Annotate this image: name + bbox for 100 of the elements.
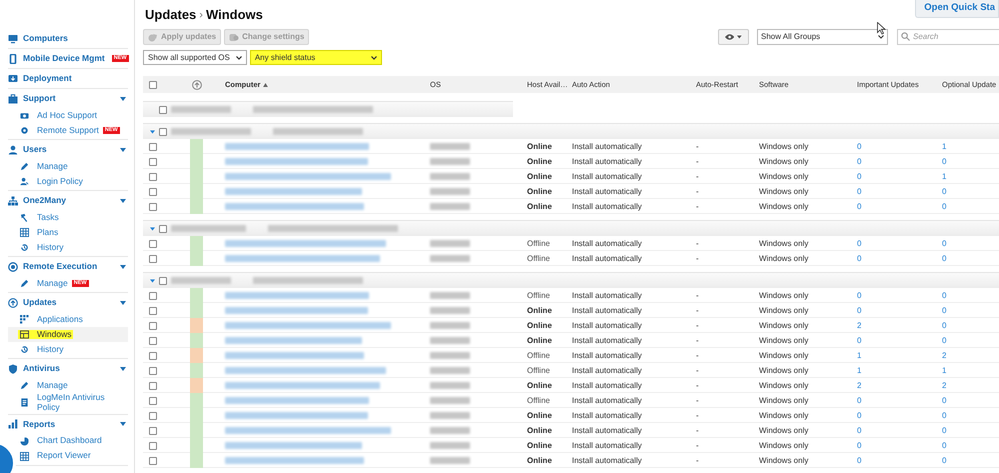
update-count-link[interactable]: 0 xyxy=(857,186,942,198)
row-checkbox[interactable] xyxy=(149,426,157,434)
update-count-link[interactable]: 2 xyxy=(857,380,942,392)
update-count-link[interactable]: 0 xyxy=(857,440,942,452)
sidebar-item[interactable]: Remote Support xyxy=(18,126,101,136)
table-cell-text: Offline xyxy=(527,394,551,406)
row-checkbox[interactable] xyxy=(149,306,157,314)
update-count-link[interactable]: 0 xyxy=(942,410,999,422)
update-count-link[interactable]: 2 xyxy=(942,350,999,362)
caret-icon[interactable] xyxy=(150,130,155,134)
sidebar-section[interactable]: Computers xyxy=(8,29,128,48)
update-count-link[interactable]: 2 xyxy=(857,320,942,332)
sidebar-item[interactable]: Login Policy xyxy=(18,176,85,186)
sidebar-section[interactable]: One2Many xyxy=(8,191,128,210)
select-all-checkbox[interactable] xyxy=(149,80,157,88)
sidebar-item[interactable]: History xyxy=(18,344,66,354)
row-checkbox[interactable] xyxy=(149,292,157,300)
search-field[interactable]: Search xyxy=(897,28,999,44)
update-count-link[interactable]: 0 xyxy=(857,200,942,212)
update-count-link[interactable]: 0 xyxy=(857,304,942,316)
hierarchy-icon xyxy=(8,196,18,206)
group-checkbox[interactable] xyxy=(159,106,167,114)
update-count-link[interactable]: 0 xyxy=(942,320,999,332)
row-checkbox[interactable] xyxy=(149,142,157,150)
table-cell-text: Online xyxy=(527,380,553,392)
sidebar-item[interactable]: Manage xyxy=(18,380,70,390)
sidebar-section[interactable]: Updates xyxy=(8,293,128,312)
sidebar-item[interactable]: Manage xyxy=(18,278,70,288)
caret-icon[interactable] xyxy=(150,226,155,230)
sidebar-item[interactable]: Tasks xyxy=(18,212,61,222)
update-count-link[interactable]: 0 xyxy=(857,156,942,168)
sidebar-section[interactable]: Antivirus xyxy=(8,359,128,378)
view-options-button[interactable] xyxy=(718,28,749,44)
sidebar-item[interactable]: Applications xyxy=(18,314,85,324)
caret-icon[interactable] xyxy=(150,278,155,282)
update-count-link[interactable]: 0 xyxy=(942,290,999,302)
group-checkbox[interactable] xyxy=(159,128,167,136)
update-count-link[interactable]: 0 xyxy=(857,424,942,436)
row-checkbox[interactable] xyxy=(149,352,157,360)
sidebar-item[interactable]: Report Viewer xyxy=(18,451,93,461)
update-count-link[interactable]: 0 xyxy=(857,454,942,466)
update-count-link[interactable]: 1 xyxy=(942,170,999,182)
sidebar-item[interactable]: Plans xyxy=(18,228,60,238)
update-count-link[interactable]: 1 xyxy=(942,364,999,376)
update-count-link[interactable]: 1 xyxy=(857,350,942,362)
update-count-link[interactable]: 0 xyxy=(942,156,999,168)
sidebar-section[interactable]: Users xyxy=(8,140,128,159)
group-checkbox[interactable] xyxy=(159,224,167,232)
row-checkbox[interactable] xyxy=(149,336,157,344)
sidebar-item[interactable]: Windows xyxy=(18,330,74,340)
group-select[interactable]: Show All Groups xyxy=(757,28,888,44)
update-count-link[interactable]: 0 xyxy=(942,304,999,316)
row-checkbox[interactable] xyxy=(149,366,157,374)
filter-select[interactable]: Show all supported OS xyxy=(143,50,247,65)
row-checkbox[interactable] xyxy=(149,202,157,210)
update-count-link[interactable]: 0 xyxy=(942,394,999,406)
update-count-link[interactable]: 1 xyxy=(942,140,999,152)
update-count-link[interactable]: 0 xyxy=(942,186,999,198)
row-checkbox[interactable] xyxy=(149,456,157,464)
update-count-link[interactable]: 0 xyxy=(857,252,942,264)
sidebar-item[interactable]: Chart Dashboard xyxy=(18,436,104,446)
breadcrumb-link[interactable]: Updates xyxy=(145,5,196,25)
group-checkbox[interactable] xyxy=(159,276,167,284)
sidebar-section[interactable]: Remote Execution xyxy=(8,257,128,276)
update-count-link[interactable]: 2 xyxy=(942,380,999,392)
row-checkbox[interactable] xyxy=(149,188,157,196)
update-count-link[interactable]: 0 xyxy=(942,424,999,436)
update-count-link[interactable]: 0 xyxy=(942,440,999,452)
sidebar-item[interactable]: LogMeIn Antivirus Policy xyxy=(18,393,119,413)
sidebar-item[interactable]: Manage xyxy=(18,162,70,172)
update-count-link[interactable]: 0 xyxy=(857,238,942,250)
update-count-link[interactable]: 0 xyxy=(857,170,942,182)
filter-select[interactable]: Any shield status xyxy=(250,50,382,65)
table-cell-text: - xyxy=(696,238,700,250)
update-count-link[interactable]: 1 xyxy=(857,364,942,376)
sidebar-section[interactable]: Reports xyxy=(8,414,128,434)
sidebar-item[interactable]: History xyxy=(18,242,66,252)
row-checkbox[interactable] xyxy=(149,382,157,390)
update-count-link[interactable]: 0 xyxy=(857,140,942,152)
row-checkbox[interactable] xyxy=(149,158,157,166)
update-count-link[interactable]: 0 xyxy=(857,394,942,406)
row-checkbox[interactable] xyxy=(149,322,157,330)
update-count-link[interactable]: 0 xyxy=(942,334,999,346)
quick-start-button[interactable]: Open Quick Sta xyxy=(915,0,999,18)
row-checkbox[interactable] xyxy=(149,254,157,262)
row-checkbox[interactable] xyxy=(149,442,157,450)
row-checkbox[interactable] xyxy=(149,412,157,420)
sidebar-item[interactable]: Ad Hoc Support xyxy=(18,110,100,120)
row-checkbox[interactable] xyxy=(149,240,157,248)
update-count-link[interactable]: 0 xyxy=(942,200,999,212)
update-count-link[interactable]: 0 xyxy=(942,454,999,466)
update-count-link[interactable]: 0 xyxy=(857,290,942,302)
update-count-link[interactable]: 0 xyxy=(857,410,942,422)
sidebar-section[interactable]: Deployment xyxy=(8,69,128,88)
row-checkbox[interactable] xyxy=(149,396,157,404)
sidebar-section[interactable]: Support xyxy=(8,89,128,108)
update-count-link[interactable]: 0 xyxy=(857,334,942,346)
update-count-link[interactable]: 0 xyxy=(942,252,999,264)
row-checkbox[interactable] xyxy=(149,172,157,180)
update-count-link[interactable]: 0 xyxy=(942,238,999,250)
